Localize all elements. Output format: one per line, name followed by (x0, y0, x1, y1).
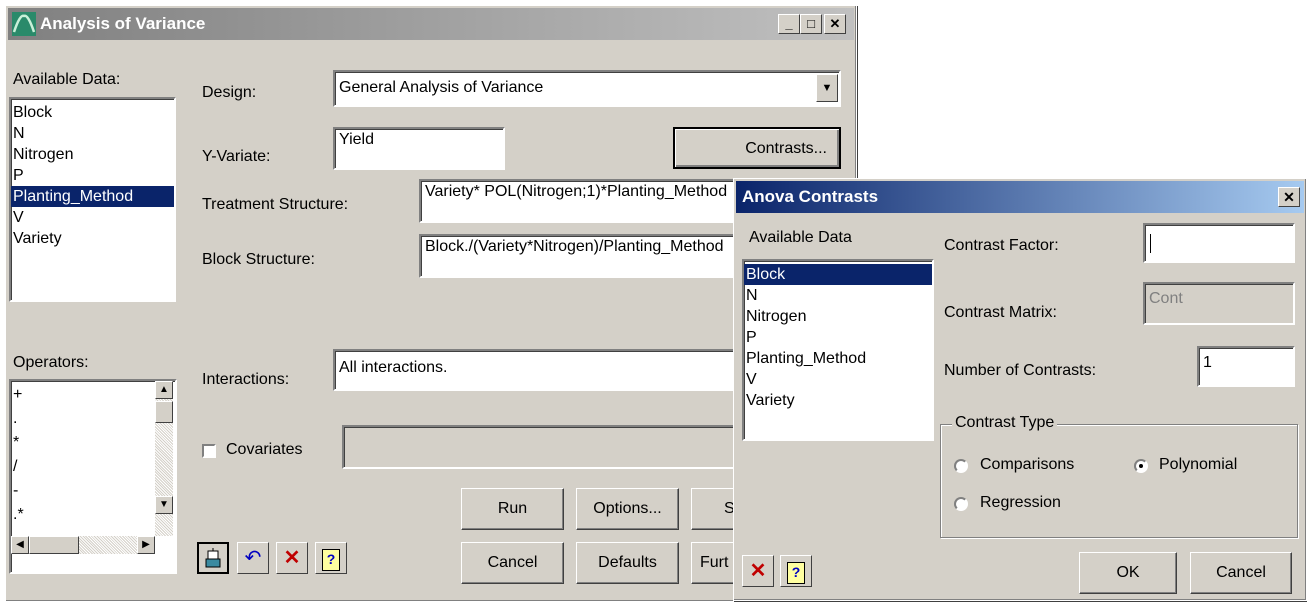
operators-hscrollbar[interactable]: ◀ ▶ (11, 536, 155, 554)
operator-item[interactable]: - (11, 479, 175, 503)
available-data-label: Available Data: (13, 71, 121, 88)
operators-label: Operators: (13, 354, 89, 371)
contrasts-button[interactable]: Contrasts... (673, 127, 841, 169)
app-logo-icon (12, 12, 36, 36)
contrasts-available-data-list[interactable]: Block N Nitrogen P Planting_Method V Variety (742, 259, 934, 441)
contrast-matrix-input: Cont (1143, 282, 1295, 325)
text-cursor (1150, 234, 1151, 253)
list-item[interactable]: V (744, 369, 932, 390)
maximize-button[interactable]: □ (800, 14, 822, 34)
scroll-left-icon[interactable]: ◀ (11, 536, 29, 554)
undo-icon[interactable]: ↶ (237, 542, 269, 574)
anova-contrasts-dialog: Anova Contrasts ✕ Available Data Block N N… (733, 178, 1307, 601)
chevron-down-icon[interactable]: ▼ (816, 74, 838, 102)
num-contrasts-value: 1 (1203, 354, 1212, 371)
main-titlebar[interactable]: Analysis of Variance _ □ ✕ (8, 8, 854, 40)
comparisons-radio[interactable] (954, 459, 968, 473)
list-item[interactable]: Planting_Method (744, 348, 932, 369)
dialog-clear-icon[interactable]: ✕ (742, 555, 774, 587)
polynomial-radio[interactable] (1134, 459, 1148, 473)
regression-radio[interactable] (954, 497, 968, 511)
contrast-type-group (940, 424, 1298, 538)
dialog-title: Anova Contrasts (742, 187, 879, 206)
interactions-label: Interactions: (202, 371, 290, 388)
list-item[interactable]: Nitrogen (11, 144, 174, 165)
pin-icon[interactable] (197, 542, 229, 574)
design-value: General Analysis of Variance (339, 79, 544, 96)
available-data-list[interactable]: Block N Nitrogen P Planting_Method V Variety (9, 97, 176, 302)
list-item[interactable]: Variety (11, 228, 174, 249)
polynomial-label: Polynomial (1159, 456, 1238, 473)
treatment-label: Treatment Structure: (202, 196, 349, 213)
num-contrasts-input[interactable]: 1 (1197, 346, 1295, 387)
design-label: Design: (202, 84, 257, 101)
operators-list[interactable]: +. * / - .* ▲ ▼ ◀ ▶ (9, 379, 177, 574)
list-item[interactable]: P (11, 165, 174, 186)
yvariate-input[interactable]: Yield (333, 127, 505, 170)
list-item[interactable]: Nitrogen (744, 306, 932, 327)
list-item[interactable]: P (744, 327, 932, 348)
block-structure-label: Block Structure: (202, 251, 315, 268)
operator-item[interactable]: / (11, 455, 175, 479)
covariates-checkbox[interactable] (202, 444, 216, 458)
num-contrasts-label: Number of Contrasts: (944, 362, 1097, 379)
operator-item[interactable]: .* (11, 503, 175, 527)
close-button[interactable]: ✕ (824, 14, 846, 34)
dialog-cancel-button[interactable]: Cancel (1190, 552, 1292, 594)
scroll-right-icon[interactable]: ▶ (137, 536, 155, 554)
list-item[interactable]: Block (744, 264, 932, 285)
list-item[interactable]: Variety (744, 390, 932, 411)
help-icon[interactable]: ? (315, 542, 347, 574)
list-item[interactable]: V (11, 207, 174, 228)
scroll-up-icon[interactable]: ▲ (155, 381, 173, 399)
regression-label: Regression (980, 494, 1061, 511)
contrast-matrix-value: Cont (1149, 290, 1183, 307)
yvariate-label: Y-Variate: (202, 148, 271, 165)
hscroll-thumb[interactable] (29, 536, 79, 554)
covariates-label: Covariates (226, 441, 303, 458)
operator-item[interactable]: * (11, 431, 175, 455)
ok-button[interactable]: OK (1079, 552, 1177, 594)
list-item[interactable]: Block (11, 102, 174, 123)
contrasts-titlebar[interactable]: Anova Contrasts ✕ (736, 181, 1304, 213)
yvariate-value: Yield (339, 131, 374, 148)
clear-icon[interactable]: ✕ (276, 542, 308, 574)
dialog-close-button[interactable]: ✕ (1278, 187, 1300, 207)
contrast-matrix-label: Contrast Matrix: (944, 304, 1057, 321)
operators-vscrollbar[interactable]: ▲ ▼ (155, 381, 173, 536)
contrast-type-label: Contrast Type (952, 414, 1058, 432)
contrast-factor-input[interactable] (1143, 223, 1295, 263)
design-dropdown[interactable]: General Analysis of Variance ▼ (333, 70, 841, 107)
operator-item[interactable]: . (11, 407, 175, 431)
list-item[interactable]: N (744, 285, 932, 306)
list-item[interactable]: N (11, 123, 174, 144)
comparisons-label: Comparisons (980, 456, 1075, 473)
options-button[interactable]: Options... (576, 488, 679, 530)
run-button[interactable]: Run (461, 488, 564, 530)
minimize-button[interactable]: _ (778, 14, 800, 34)
cancel-button[interactable]: Cancel (461, 542, 564, 584)
list-item[interactable]: Planting_Method (11, 186, 174, 207)
scroll-thumb[interactable] (155, 401, 173, 423)
defaults-button[interactable]: Defaults (576, 542, 679, 584)
contrast-factor-label: Contrast Factor: (944, 237, 1059, 254)
analysis-of-variance-window: Analysis of Variance _ □ ✕ Available Dat… (5, 5, 859, 602)
operator-item[interactable]: + (11, 383, 175, 407)
scroll-down-icon[interactable]: ▼ (155, 496, 173, 514)
window-title: Analysis of Variance (40, 14, 206, 33)
dialog-help-icon[interactable]: ? (780, 555, 812, 587)
contrasts-available-data-label: Available Data (749, 229, 852, 246)
